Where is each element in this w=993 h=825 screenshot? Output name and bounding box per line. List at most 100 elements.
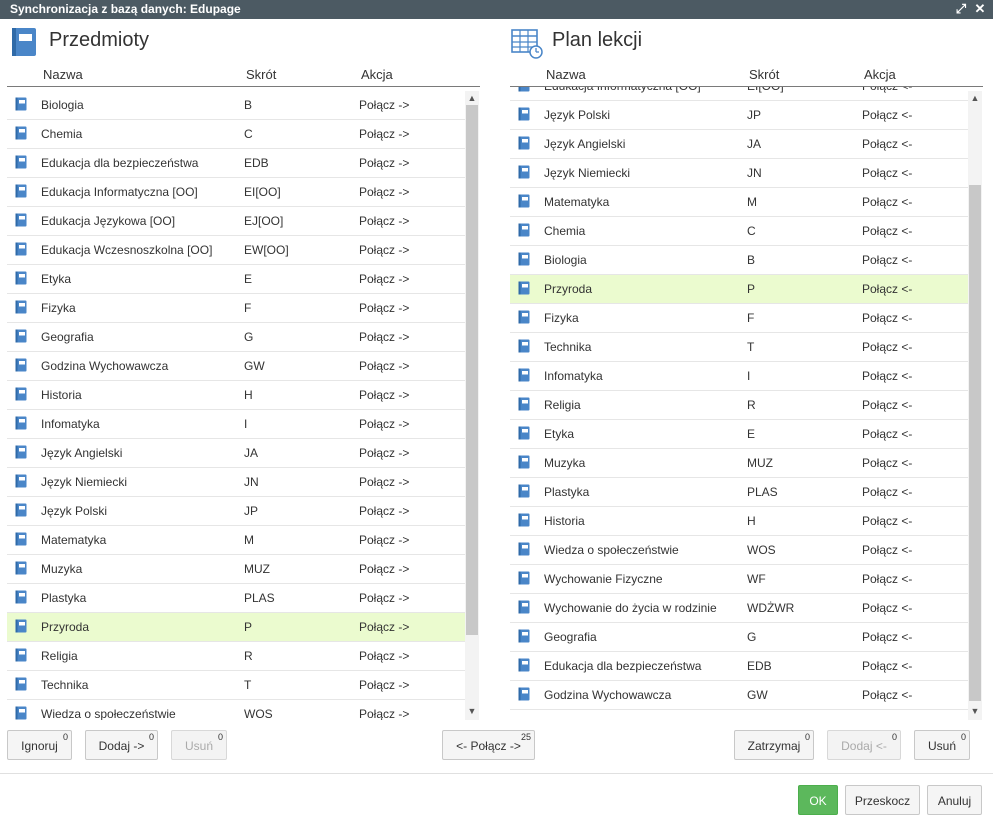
ignore-button[interactable]: Ignoruj 0 — [7, 730, 72, 760]
table-row[interactable]: Edukacja dla bezpieczeństwa EDB Połącz -> — [7, 149, 465, 178]
connect-action-link[interactable]: Połącz -> — [359, 591, 409, 605]
right-header-abbr[interactable]: Skrót — [749, 67, 779, 82]
connect-action-link[interactable]: Połącz <- — [862, 572, 912, 586]
table-row[interactable]: Wiedza o społeczeństwie WOS Połącz <- — [510, 536, 968, 565]
connect-action-link[interactable]: Połącz -> — [359, 301, 409, 315]
connect-action-link[interactable]: Połącz <- — [862, 195, 912, 209]
right-header-action[interactable]: Akcja — [864, 67, 896, 82]
table-row[interactable]: Język Angielski JA Połącz <- — [510, 130, 968, 159]
maximize-icon[interactable]: ⤢ — [954, 1, 968, 17]
connect-action-link[interactable]: Połącz <- — [862, 224, 912, 238]
connect-action-link[interactable]: Połącz <- — [862, 543, 912, 557]
connect-action-link[interactable]: Połącz -> — [359, 98, 409, 112]
table-row[interactable]: Chemia C Połącz -> — [7, 120, 465, 149]
connect-action-link[interactable]: Połącz <- — [862, 108, 912, 122]
connect-action-link[interactable]: Połącz -> — [359, 127, 409, 141]
connect-action-link[interactable]: Połącz -> — [359, 504, 409, 518]
right-timetable-list[interactable]: Edukacja Informatyczna [OO] EI[OO] Połącz … — [510, 87, 968, 718]
table-row[interactable]: Edukacja Informatyczna [OO] EI[OO] Połącz … — [7, 178, 465, 207]
connect-action-link[interactable]: Połącz -> — [359, 446, 409, 460]
table-row[interactable]: Infomatyka I Połącz <- — [510, 362, 968, 391]
connect-action-link[interactable]: Połącz -> — [359, 620, 409, 634]
connect-action-link[interactable]: Połącz <- — [862, 514, 912, 528]
scroll-down-icon[interactable]: ▼ — [968, 705, 982, 717]
connect-action-link[interactable]: Połącz <- — [862, 282, 912, 296]
scroll-up-icon[interactable]: ▲ — [465, 92, 479, 104]
connect-action-link[interactable]: Połącz <- — [862, 456, 912, 470]
table-row[interactable]: Przyroda P Połącz <- — [510, 275, 968, 304]
table-row[interactable]: Edukacja Informatyczna [OO] EI[OO] Połącz … — [510, 87, 968, 101]
table-row[interactable]: Edukacja Wczesnoszkolna [OO] EW[OO] Połącz… — [7, 236, 465, 265]
ok-button[interactable]: OK — [798, 785, 838, 815]
left-header-name[interactable]: Nazwa — [43, 67, 83, 82]
table-row[interactable]: Wychowanie Fizyczne WF Połącz <- — [510, 565, 968, 594]
table-row[interactable]: Technika T Połącz -> — [7, 671, 465, 700]
right-scrollbar[interactable]: ▲ ▼ — [968, 91, 982, 720]
table-row[interactable]: Infomatyka I Połącz -> — [7, 410, 465, 439]
table-row[interactable]: Edukacja dla bezpieczeństwa EDB Połącz <- — [510, 652, 968, 681]
table-row[interactable]: Godzina Wychowawcza GW Połącz <- — [510, 681, 968, 710]
connect-action-link[interactable]: Połącz <- — [862, 87, 912, 93]
connect-action-link[interactable]: Połącz -> — [359, 533, 409, 547]
connect-action-link[interactable]: Połącz <- — [862, 311, 912, 325]
table-row[interactable]: Etyka E Połącz <- — [510, 420, 968, 449]
table-row[interactable]: Historia H Połącz <- — [510, 507, 968, 536]
table-row[interactable]: Religia R Połącz -> — [7, 642, 465, 671]
table-row[interactable]: Fizyka F Połącz <- — [510, 304, 968, 333]
table-row[interactable]: Fizyka F Połącz -> — [7, 294, 465, 323]
connect-action-link[interactable]: Połącz -> — [359, 359, 409, 373]
table-row[interactable]: Wychowanie do życia w rodzinie WDŻWR Połąc… — [510, 594, 968, 623]
connect-action-link[interactable]: Połącz <- — [862, 688, 912, 702]
connect-action-link[interactable]: Połącz <- — [862, 253, 912, 267]
remove-right-button[interactable]: Usuń 0 — [914, 730, 970, 760]
table-row[interactable]: Historia H Połącz -> — [7, 381, 465, 410]
table-row[interactable]: Matematyka M Połącz <- — [510, 188, 968, 217]
table-row[interactable]: Biologia B Połącz <- — [510, 246, 968, 275]
connect-action-link[interactable]: Połącz <- — [862, 398, 912, 412]
right-scrollbar-thumb[interactable] — [969, 185, 981, 701]
connect-action-link[interactable]: Połącz <- — [862, 601, 912, 615]
table-row[interactable]: Etyka E Połącz -> — [7, 265, 465, 294]
connect-action-link[interactable]: Połącz <- — [862, 485, 912, 499]
table-row[interactable]: Muzyka MUZ Połącz <- — [510, 449, 968, 478]
connect-action-link[interactable]: Połącz <- — [862, 340, 912, 354]
connect-action-link[interactable]: Połącz -> — [359, 417, 409, 431]
connect-action-link[interactable]: Połącz -> — [359, 156, 409, 170]
left-scrollbar-thumb[interactable] — [466, 105, 478, 635]
table-row[interactable]: Plastyka PLAS Połącz -> — [7, 584, 465, 613]
connect-action-link[interactable]: Połącz -> — [359, 562, 409, 576]
connect-action-link[interactable]: Połącz <- — [862, 369, 912, 383]
table-row[interactable]: Język Niemiecki JN Połącz <- — [510, 159, 968, 188]
table-row[interactable]: Wiedza o społeczeństwie WOS Połącz -> — [7, 700, 465, 720]
connect-action-link[interactable]: Połącz <- — [862, 137, 912, 151]
table-row[interactable]: Geografia G Połącz <- — [510, 623, 968, 652]
hold-button[interactable]: Zatrzymaj 0 — [734, 730, 814, 760]
connect-action-link[interactable]: Połącz -> — [359, 185, 409, 199]
close-icon[interactable]: ✕ — [973, 1, 987, 17]
add-right-button[interactable]: Dodaj -> 0 — [85, 730, 158, 760]
table-row[interactable]: Plastyka PLAS Połącz <- — [510, 478, 968, 507]
table-row[interactable]: Geografia G Połącz -> — [7, 323, 465, 352]
table-row[interactable]: Język Niemiecki JN Połącz -> — [7, 468, 465, 497]
connect-action-link[interactable]: Połącz -> — [359, 243, 409, 257]
connect-button[interactable]: <- Połącz -> 25 — [442, 730, 535, 760]
skip-button[interactable]: Przeskocz — [845, 785, 920, 815]
left-header-abbr[interactable]: Skrót — [246, 67, 276, 82]
connect-action-link[interactable]: Połącz <- — [862, 630, 912, 644]
connect-action-link[interactable]: Połącz -> — [359, 678, 409, 692]
table-row[interactable]: Godzina Wychowawcza GW Połącz -> — [7, 352, 465, 381]
table-row[interactable]: Przyroda P Połącz -> — [7, 613, 465, 642]
connect-action-link[interactable]: Połącz -> — [359, 272, 409, 286]
connect-action-link[interactable]: Połącz -> — [359, 214, 409, 228]
table-row[interactable]: Język Polski JP Połącz -> — [7, 497, 465, 526]
remove-left-button[interactable]: Usuń 0 — [171, 730, 227, 760]
right-header-name[interactable]: Nazwa — [546, 67, 586, 82]
connect-action-link[interactable]: Połącz -> — [359, 388, 409, 402]
connect-action-link[interactable]: Połącz -> — [359, 330, 409, 344]
add-left-button[interactable]: Dodaj <- 0 — [827, 730, 901, 760]
connect-action-link[interactable]: Połącz <- — [862, 659, 912, 673]
left-header-action[interactable]: Akcja — [361, 67, 393, 82]
table-row[interactable]: Religia R Połącz <- — [510, 391, 968, 420]
table-row[interactable]: Biologia B Połącz -> — [7, 91, 465, 120]
table-row[interactable]: Język Angielski JA Połącz -> — [7, 439, 465, 468]
